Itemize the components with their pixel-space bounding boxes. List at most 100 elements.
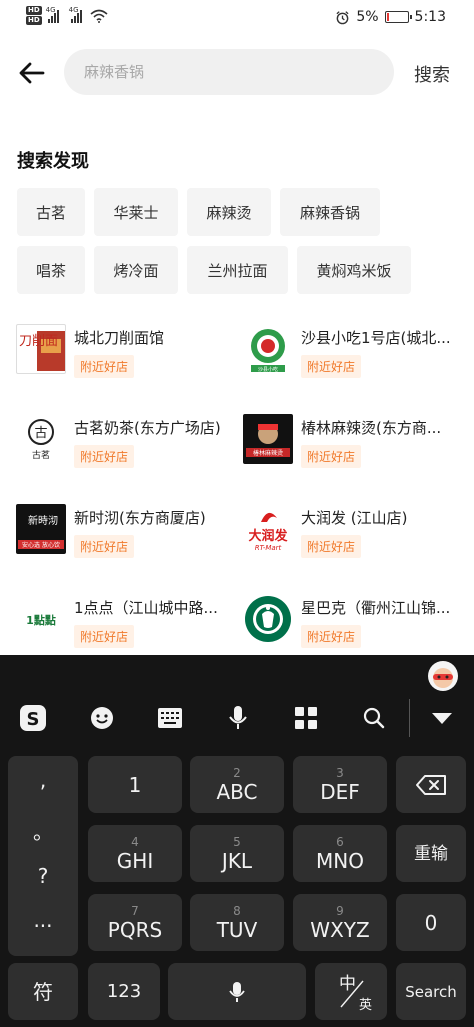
backspace-icon: [416, 774, 446, 795]
store-name: 古茗奶茶(东方广场店): [74, 419, 221, 437]
svg-text:S: S: [27, 709, 40, 730]
key-label: Search: [405, 982, 457, 1001]
keyboard-icon[interactable]: [155, 703, 185, 733]
back-button[interactable]: [16, 57, 48, 89]
symbol-key[interactable]: 符: [8, 963, 78, 1020]
store-tag: 附近好店: [74, 625, 135, 648]
num123-key[interactable]: 123: [88, 963, 160, 1020]
key-num: 4: [131, 834, 139, 849]
store-name: 新时沏(东方商厦店): [74, 509, 206, 527]
battery-percent: 5%: [356, 9, 379, 25]
status-bar: HD HD 4G 4G 5% 5:13: [0, 0, 474, 36]
svg-text:古: 古: [34, 426, 47, 441]
store-item[interactable]: 沙县小吃 沙县小吃1号店(城北... 附近好店: [243, 324, 463, 386]
store-item[interactable]: 星巴克（衢州江山锦... 附近好店: [243, 594, 463, 656]
key-label: GHI: [116, 848, 154, 873]
punct-period[interactable]: 。: [8, 816, 78, 845]
key-label: WXYZ: [310, 917, 370, 942]
store-item[interactable]: 大润发 RT-Mart 大润发 (江山店) 附近好店: [243, 504, 463, 566]
apps-grid-icon[interactable]: [291, 703, 321, 733]
store-name: 大润发 (江山店): [301, 509, 408, 527]
keyboard-toolbar: S: [0, 655, 474, 745]
store-logo: [243, 594, 293, 644]
key-6[interactable]: 6 MNO: [293, 825, 387, 882]
key-num: 7: [131, 903, 139, 918]
store-logo: 新時沏 安心选 放心饮: [16, 504, 66, 554]
discover-title: 搜索发现: [17, 151, 89, 172]
store-tag: 附近好店: [301, 355, 362, 378]
microphone-icon: [229, 981, 245, 1002]
search-key[interactable]: Search: [396, 963, 466, 1020]
store-logo: 古 古茗: [16, 414, 66, 464]
space-key[interactable]: [168, 963, 306, 1020]
discover-chip[interactable]: 麻辣香锅: [280, 188, 380, 236]
store-logo-text: 1點點: [26, 613, 56, 627]
key-label: 1: [128, 772, 142, 797]
key-7[interactable]: 7 PQRS: [88, 894, 182, 951]
starbucks-logo-icon: [245, 596, 291, 642]
store-name: 椿林麻辣烫(东方商...: [301, 419, 442, 437]
signal-1-icon: 4G: [45, 5, 59, 23]
discover-chip[interactable]: 华莱士: [94, 188, 178, 236]
wifi-icon: [90, 9, 108, 23]
battery-level: [386, 13, 389, 21]
search-icon[interactable]: [359, 703, 389, 733]
store-name: 1点点（江山城中路...: [74, 599, 218, 617]
punct-question[interactable]: ?: [8, 864, 78, 888]
store-logo: 沙县小吃: [243, 324, 293, 374]
store-item[interactable]: 刀削面 城北刀削面馆 附近好店: [16, 324, 236, 386]
discover-chip[interactable]: 兰州拉面: [187, 246, 288, 294]
avatar[interactable]: [428, 661, 458, 691]
punct-comma[interactable]: ,: [8, 768, 78, 792]
discover-chip[interactable]: 麻辣烫: [187, 188, 271, 236]
punct-ellipsis[interactable]: ...: [8, 908, 78, 932]
key-label: 符: [33, 979, 53, 1004]
key-label: TUV: [216, 917, 258, 942]
emoji-icon[interactable]: [87, 703, 117, 733]
sim1-badge: HD: [26, 6, 42, 15]
discover-chip[interactable]: 古茗: [17, 188, 85, 236]
key-num: 8: [233, 903, 241, 918]
key-label: ABC: [216, 779, 258, 804]
key-0[interactable]: 0: [396, 894, 466, 951]
discover-chip[interactable]: 烤冷面: [94, 246, 178, 294]
key-5[interactable]: 5 JKL: [190, 825, 284, 882]
key-label: MNO: [316, 848, 364, 873]
store-logo-subtext: RT-Mart: [255, 544, 282, 552]
store-tag: 附近好店: [74, 445, 135, 468]
store-logo-text: 沙县小吃: [258, 366, 278, 373]
key-9[interactable]: 9 WXYZ: [293, 894, 387, 951]
sogou-logo-icon[interactable]: S: [18, 703, 48, 733]
key-2[interactable]: 2 ABC: [190, 756, 284, 813]
lang-en-label: 英: [359, 998, 372, 1013]
punctuation-column[interactable]: , 。 ? ...: [8, 756, 78, 956]
key-8[interactable]: 8 TUV: [190, 894, 284, 951]
search-field[interactable]: [64, 49, 394, 95]
store-logo: 大润发 RT-Mart: [243, 504, 293, 554]
store-item[interactable]: 古 古茗 古茗奶茶(东方广场店) 附近好店: [16, 414, 236, 476]
store-logo: 刀削面: [16, 324, 66, 374]
signal-2-icon: 4G: [69, 6, 82, 23]
store-logo-text: 大润发: [248, 528, 288, 544]
key-num: 6: [336, 834, 344, 849]
store-item[interactable]: 1點點 1点点（江山城中路... 附近好店: [16, 594, 236, 656]
lang-switch-key[interactable]: 中 英: [315, 963, 387, 1020]
store-item[interactable]: 椿林麻辣烫 椿林麻辣烫(东方商... 附近好店: [243, 414, 463, 476]
net1-label: 4G: [45, 5, 56, 14]
store-tag: 附近好店: [301, 535, 362, 558]
backspace-key[interactable]: [396, 756, 466, 813]
discover-chip[interactable]: 唱茶: [17, 246, 85, 294]
collapse-keyboard-icon[interactable]: [427, 703, 457, 733]
store-item[interactable]: 新時沏 安心选 放心饮 新时沏(东方商厦店) 附近好店: [16, 504, 236, 566]
key-num: 5: [233, 834, 241, 849]
key-1[interactable]: 1: [88, 756, 182, 813]
discover-chip[interactable]: 黄焖鸡米饭: [297, 246, 411, 294]
search-button[interactable]: 搜索: [414, 61, 450, 87]
search-input[interactable]: [84, 63, 394, 81]
store-tag: 附近好店: [301, 445, 362, 468]
key-3[interactable]: 3 DEF: [293, 756, 387, 813]
microphone-icon[interactable]: [223, 703, 253, 733]
key-4[interactable]: 4 GHI: [88, 825, 182, 882]
reinput-key[interactable]: 重输: [396, 825, 466, 882]
clock: 5:13: [414, 9, 446, 25]
